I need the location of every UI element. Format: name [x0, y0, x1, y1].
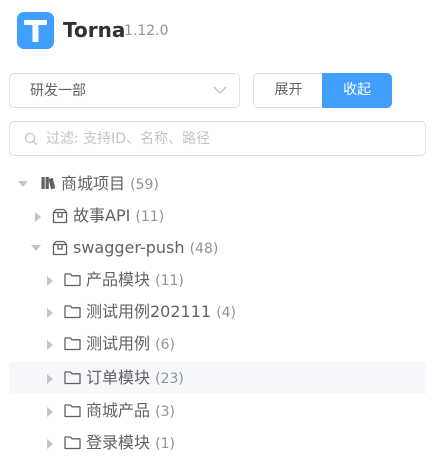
folder-icon	[64, 305, 81, 319]
tree-node-count: (23)	[155, 371, 184, 387]
tree-node-module[interactable]: 故事API (11)	[9, 200, 426, 232]
search-box	[9, 121, 426, 156]
space-select-value: 研发一部	[30, 83, 86, 99]
search-icon	[24, 132, 38, 146]
expand-collapse-group: 展开 收起	[253, 73, 392, 108]
folder-icon	[64, 371, 81, 385]
tree-node-label: 产品模块	[86, 270, 151, 289]
tree-node-folder[interactable]: 测试用例202111 (4)	[9, 296, 426, 328]
space-select[interactable]: 研发一部	[9, 73, 240, 108]
tree-node-count: (59)	[130, 177, 159, 193]
app-name: Torna	[63, 18, 126, 42]
caret-down-icon[interactable]	[18, 180, 28, 188]
tree-node-label: 测试用例	[86, 334, 151, 353]
caret-right-icon[interactable]	[46, 407, 54, 417]
package-icon	[52, 208, 68, 224]
tree-node-label: 商城项目	[61, 174, 126, 193]
tree-node-count: (6)	[155, 337, 175, 353]
tree-node-label: 订单模块	[86, 368, 151, 387]
caret-right-icon[interactable]	[46, 374, 54, 384]
tree-node-folder[interactable]: 订单模块 (23)	[9, 362, 426, 394]
tree-node-label: 测试用例202111	[86, 302, 212, 321]
expand-all-button[interactable]: 展开	[253, 73, 323, 108]
caret-right-icon[interactable]	[46, 276, 54, 286]
project-icon	[41, 177, 56, 190]
caret-down-icon[interactable]	[31, 244, 41, 252]
caret-right-icon[interactable]	[46, 340, 54, 350]
torna-logo-icon	[17, 12, 54, 49]
folder-icon	[64, 273, 81, 287]
tree-node-project[interactable]: 商城项目 (59)	[9, 168, 426, 200]
tree-node-folder[interactable]: 产品模块 (11)	[9, 264, 426, 296]
tree-node-count: (11)	[135, 209, 165, 225]
tree-node-label: 故事API	[73, 206, 131, 225]
folder-icon	[64, 337, 81, 351]
folder-icon	[64, 404, 81, 418]
folder-icon	[64, 436, 81, 450]
caret-right-icon[interactable]	[46, 308, 54, 318]
tree-node-count: (11)	[155, 273, 184, 289]
caret-right-icon[interactable]	[34, 212, 42, 222]
tree-node-count: (3)	[155, 404, 175, 420]
search-input[interactable]	[46, 129, 416, 149]
package-icon	[52, 240, 68, 256]
tree-node-label: 商城产品	[86, 401, 151, 420]
tree-node-count: (1)	[155, 436, 175, 452]
chevron-down-icon	[213, 86, 227, 94]
caret-right-icon[interactable]	[46, 439, 54, 449]
tree-node-folder[interactable]: 登录模块 (1)	[9, 427, 426, 459]
tree-node-count: (48)	[189, 241, 219, 257]
tree-node-folder[interactable]: 商城产品 (3)	[9, 395, 426, 427]
tree-node-count: (4)	[216, 305, 237, 321]
tree-node-label: swagger-push	[73, 238, 185, 257]
app-version: 1.12.0	[124, 23, 169, 39]
collapse-all-button[interactable]: 收起	[322, 73, 392, 108]
app-header: Torna 1.12.0	[0, 0, 435, 62]
tree-node-module[interactable]: swagger-push (48)	[9, 232, 426, 264]
tree-node-folder[interactable]: 测试用例 (6)	[9, 328, 426, 360]
tree-node-label: 登录模块	[86, 433, 151, 452]
